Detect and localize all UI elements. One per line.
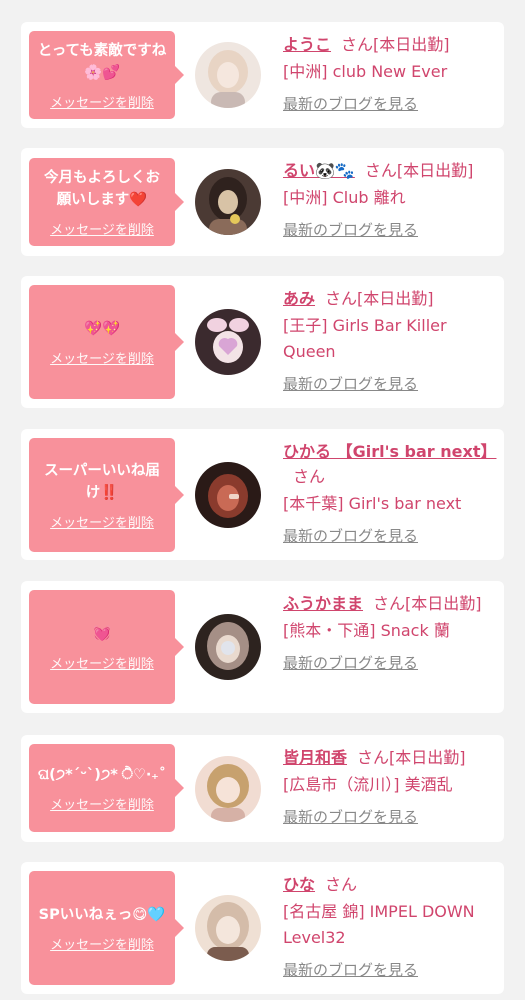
delete-message-link[interactable]: メッセージを削除: [50, 219, 154, 238]
cast-info: ふうかまま さん[本日出勤] [熊本・下通] Snack 蘭 最新のブログを見る: [283, 591, 493, 673]
shop-name: [中洲] club New Ever: [283, 62, 448, 81]
honorific-status: さん: [293, 467, 326, 486]
latest-blog-link[interactable]: 最新のブログを見る: [283, 219, 418, 240]
message-text: ଘ(੭*ˊᵕˋ)੭* ੈ♡‧₊˚: [37, 766, 167, 783]
honorific-status: さん[本日出勤]: [325, 289, 434, 308]
delete-message-link[interactable]: メッセージを削除: [50, 92, 154, 111]
avatar-photo: [195, 42, 261, 108]
list-item: とっても素敵ですね🌸💕 メッセージを削除 ようこ さん[本日出勤] [中洲] cl…: [21, 22, 504, 128]
avatar-photo: [195, 756, 261, 822]
cast-info: あみ さん[本日出勤] [王子] Girls Bar Killer Queen 最…: [283, 286, 493, 394]
honorific-status: さん[本日出勤]: [341, 35, 450, 54]
list-item: 💖💖 メッセージを削除 あみ さん[本日出勤] [王子] Girls Bar Ki…: [21, 276, 504, 408]
shop-name: [本千葉] Girl's bar next: [283, 494, 462, 513]
list-item: スーパーいいね届け‼️ メッセージを削除 ひかる 【Girl's bar nex…: [21, 429, 504, 560]
cast-name-link[interactable]: 皆月和香: [283, 748, 347, 767]
message-bubble: ଘ(੭*ˊᵕˋ)੭* ੈ♡‧₊˚ メッセージを削除: [29, 744, 184, 832]
message-bubble: 💖💖 メッセージを削除: [29, 285, 184, 399]
avatar-photo: [195, 169, 261, 235]
avatar[interactable]: [195, 309, 261, 375]
message-bubble: 💓 メッセージを削除: [29, 590, 184, 704]
cast-name-link[interactable]: ふうかまま: [283, 594, 363, 613]
latest-blog-link[interactable]: 最新のブログを見る: [283, 959, 418, 980]
avatar-flower: [230, 214, 240, 224]
avatar-face: [216, 916, 240, 944]
message-text: SPいいねぇっ😋🩵: [38, 906, 166, 923]
avatar-blur-sticker: [221, 641, 235, 655]
avatar-body: [211, 808, 245, 822]
latest-blog-link[interactable]: 最新のブログを見る: [283, 525, 418, 546]
delete-message-link[interactable]: メッセージを削除: [50, 934, 154, 953]
avatar-photo: [195, 895, 261, 961]
honorific-status: さん[本日出勤]: [364, 161, 474, 180]
avatar[interactable]: [195, 895, 261, 961]
cast-name-link[interactable]: ひな: [283, 875, 315, 894]
list-item: SPいいねぇっ😋🩵 メッセージを削除 ひな さん [名古屋 錦] IMPEL DO…: [21, 862, 504, 994]
message-text: とっても素敵ですね🌸💕: [37, 42, 167, 81]
cast-info: ようこ さん[本日出勤] [中洲] club New Ever 最新のブログを見る: [283, 32, 493, 114]
cast-info: ひかる 【Girl's bar next】さん [本千葉] Girl's bar…: [283, 439, 496, 546]
avatar-hairclip: [229, 494, 239, 499]
honorific-status: さん: [325, 875, 358, 894]
cast-info: 皆月和香 さん[本日出勤] [広島市（流川）] 美酒乱 最新のブログを見る: [283, 745, 493, 827]
delete-message-link[interactable]: メッセージを削除: [50, 348, 154, 367]
avatar[interactable]: [195, 614, 261, 680]
avatar-ribbon-right: [229, 318, 249, 332]
delete-message-link[interactable]: メッセージを削除: [50, 794, 154, 813]
honorific-status: さん[本日出勤]: [373, 594, 482, 613]
name-line: あみ さん[本日出勤]: [283, 286, 493, 311]
name-line: ふうかまま さん[本日出勤]: [283, 591, 493, 616]
avatar-face: [216, 777, 240, 803]
avatar[interactable]: [195, 42, 261, 108]
message-text: スーパーいいね届け‼️: [44, 462, 160, 501]
name-line: ひかる 【Girl's bar next】さん: [283, 439, 496, 489]
avatar[interactable]: [195, 169, 261, 235]
avatar[interactable]: [195, 756, 261, 822]
name-line: 皆月和香 さん[本日出勤]: [283, 745, 493, 770]
message-bubble: とっても素敵ですね🌸💕 メッセージを削除: [29, 31, 184, 119]
shop-name: [名古屋 錦] IMPEL DOWN Level32: [283, 902, 475, 947]
cast-name-link[interactable]: あみ: [283, 289, 315, 308]
avatar-face: [217, 62, 239, 88]
shop-name: [熊本・下通] Snack 蘭: [283, 621, 450, 640]
list-item: ଘ(੭*ˊᵕˋ)੭* ੈ♡‧₊˚ メッセージを削除 皆月和香 さん[本日出勤] […: [21, 735, 504, 842]
cast-name-link[interactable]: るい🐼🐾: [283, 161, 355, 180]
shop-name: [中洲] Club 離れ: [283, 188, 406, 207]
delete-message-link[interactable]: メッセージを削除: [50, 653, 154, 672]
name-line: ひな さん: [283, 872, 493, 897]
avatar-photo: [195, 614, 261, 680]
avatar-photo: [195, 309, 261, 375]
list-item: 💓 メッセージを削除 ふうかまま さん[本日出勤] [熊本・下通] Snack 蘭…: [21, 581, 504, 713]
message-bubble: SPいいねぇっ😋🩵 メッセージを削除: [29, 871, 184, 985]
name-line: ようこ さん[本日出勤]: [283, 32, 493, 57]
message-bubble: 今月もよろしくお願いします❤️ メッセージを削除: [29, 158, 184, 246]
cast-name-link[interactable]: ひかる 【Girl's bar next】: [283, 442, 496, 461]
cast-info: るい🐼🐾 さん[本日出勤] [中洲] Club 離れ 最新のブログを見る: [283, 158, 493, 240]
shop-name: [王子] Girls Bar Killer Queen: [283, 316, 447, 361]
latest-blog-link[interactable]: 最新のブログを見る: [283, 652, 418, 673]
message-text: 今月もよろしくお願いします❤️: [44, 169, 160, 208]
shop-name: [広島市（流川）] 美酒乱: [283, 775, 453, 794]
cast-info: ひな さん [名古屋 錦] IMPEL DOWN Level32 最新のブログを見…: [283, 872, 493, 980]
avatar-body: [211, 92, 245, 108]
avatar[interactable]: [195, 462, 261, 528]
delete-message-link[interactable]: メッセージを削除: [50, 512, 154, 531]
honorific-status: さん[本日出勤]: [357, 748, 466, 767]
latest-blog-link[interactable]: 最新のブログを見る: [283, 806, 418, 827]
latest-blog-link[interactable]: 最新のブログを見る: [283, 93, 418, 114]
latest-blog-link[interactable]: 最新のブログを見る: [283, 373, 418, 394]
avatar-ribbon-left: [207, 318, 227, 332]
avatar-photo: [195, 462, 261, 528]
list-item: 今月もよろしくお願いします❤️ メッセージを削除 るい🐼🐾 さん[本日出勤] [中…: [21, 148, 504, 256]
avatar-face: [218, 190, 238, 214]
message-text: 💓: [92, 625, 112, 642]
message-bubble: スーパーいいね届け‼️ メッセージを削除: [29, 438, 184, 552]
message-text: 💖💖: [83, 320, 121, 337]
avatar-body: [207, 947, 249, 961]
avatar-body: [209, 219, 247, 235]
cast-name-link[interactable]: ようこ: [283, 35, 331, 54]
name-line: るい🐼🐾 さん[本日出勤]: [283, 158, 493, 183]
